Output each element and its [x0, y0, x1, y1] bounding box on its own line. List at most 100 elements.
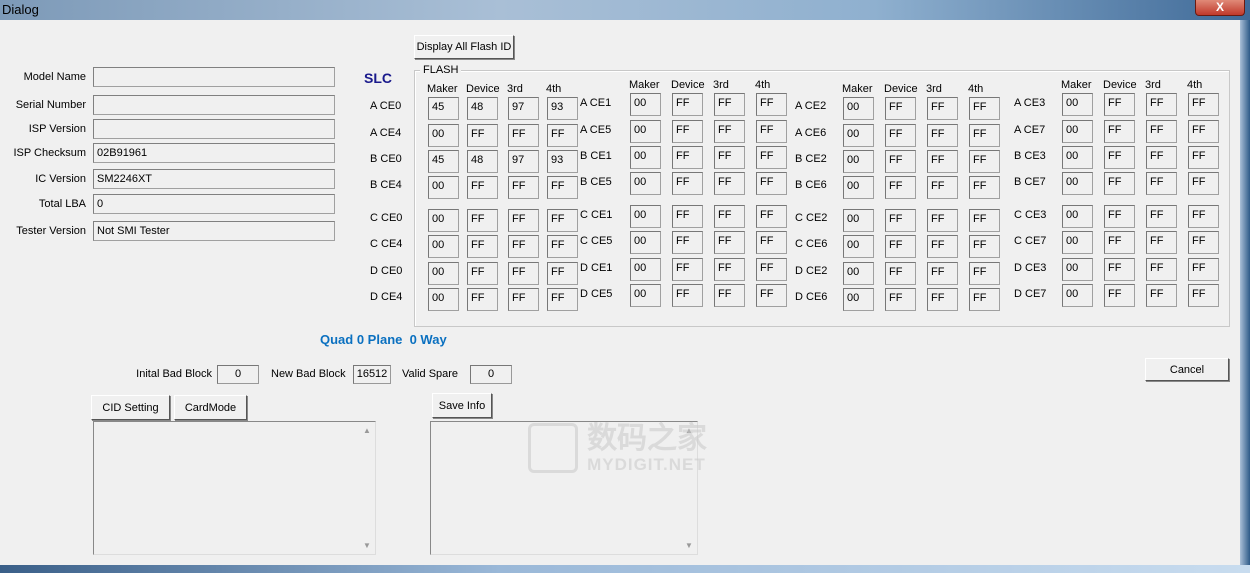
flash-id-field[interactable]: FF	[885, 176, 916, 199]
flash-id-field[interactable]: FF	[672, 172, 703, 195]
flash-id-field[interactable]: 00	[843, 235, 874, 258]
flash-id-field[interactable]: FF	[756, 172, 787, 195]
flash-id-field[interactable]: FF	[714, 258, 745, 281]
flash-id-field[interactable]: 00	[843, 262, 874, 285]
flash-id-field[interactable]: 00	[843, 209, 874, 232]
flash-id-field[interactable]: FF	[969, 176, 1000, 199]
flash-id-field[interactable]: 00	[428, 288, 459, 311]
flash-id-field[interactable]: 00	[1062, 258, 1093, 281]
info-field-input[interactable]	[93, 119, 335, 139]
flash-id-field[interactable]: FF	[508, 176, 539, 199]
flash-id-field[interactable]: FF	[1146, 146, 1177, 169]
flash-id-field[interactable]: 00	[428, 124, 459, 147]
flash-id-field[interactable]: FF	[714, 120, 745, 143]
flash-id-field[interactable]: FF	[756, 258, 787, 281]
flash-id-field[interactable]: FF	[714, 231, 745, 254]
flash-id-field[interactable]: 00	[630, 172, 661, 195]
flash-id-field[interactable]: 00	[630, 284, 661, 307]
flash-id-field[interactable]: FF	[714, 93, 745, 116]
flash-id-field[interactable]: FF	[1188, 284, 1219, 307]
flash-id-field[interactable]: 00	[843, 176, 874, 199]
flash-id-field[interactable]: FF	[672, 205, 703, 228]
flash-id-field[interactable]: FF	[467, 124, 498, 147]
log-textarea-left[interactable]: ▲ ▼	[93, 421, 376, 555]
flash-id-field[interactable]: FF	[1146, 231, 1177, 254]
flash-id-field[interactable]: FF	[927, 124, 958, 147]
flash-id-field[interactable]: FF	[547, 235, 578, 258]
flash-id-field[interactable]: FF	[1104, 93, 1135, 116]
flash-id-field[interactable]: FF	[927, 176, 958, 199]
flash-id-field[interactable]: FF	[1188, 205, 1219, 228]
flash-id-field[interactable]: 00	[1062, 120, 1093, 143]
flash-id-field[interactable]: FF	[885, 235, 916, 258]
flash-id-field[interactable]: FF	[672, 93, 703, 116]
flash-id-field[interactable]: 00	[1062, 93, 1093, 116]
info-field-input[interactable]	[93, 67, 335, 87]
cid-setting-button[interactable]: CID Setting	[91, 395, 170, 420]
flash-id-field[interactable]: FF	[1146, 205, 1177, 228]
flash-id-field[interactable]: FF	[969, 124, 1000, 147]
flash-id-field[interactable]: FF	[508, 124, 539, 147]
flash-id-field[interactable]: 00	[843, 288, 874, 311]
flash-id-field[interactable]: FF	[927, 235, 958, 258]
flash-id-field[interactable]: FF	[714, 146, 745, 169]
flash-id-field[interactable]: FF	[1104, 120, 1135, 143]
flash-id-field[interactable]: 45	[428, 97, 459, 120]
display-all-flash-id-button[interactable]: Display All Flash ID	[414, 35, 514, 59]
flash-id-field[interactable]: FF	[885, 209, 916, 232]
flash-id-field[interactable]: FF	[1104, 231, 1135, 254]
flash-id-field[interactable]: FF	[969, 209, 1000, 232]
flash-id-field[interactable]: FF	[1104, 284, 1135, 307]
flash-id-field[interactable]: FF	[714, 205, 745, 228]
flash-id-field[interactable]: FF	[672, 231, 703, 254]
flash-id-field[interactable]: 93	[547, 150, 578, 173]
flash-id-field[interactable]: FF	[467, 235, 498, 258]
flash-id-field[interactable]: 00	[428, 235, 459, 258]
flash-id-field[interactable]: 00	[630, 231, 661, 254]
flash-id-field[interactable]: FF	[885, 262, 916, 285]
cancel-button[interactable]: Cancel	[1145, 358, 1229, 381]
flash-id-field[interactable]: 00	[630, 93, 661, 116]
flash-id-field[interactable]: 00	[428, 262, 459, 285]
flash-id-field[interactable]: FF	[547, 124, 578, 147]
flash-id-field[interactable]: FF	[508, 288, 539, 311]
info-field-input[interactable]: SM2246XT	[93, 169, 335, 189]
flash-id-field[interactable]: FF	[1146, 284, 1177, 307]
flash-id-field[interactable]: 97	[508, 150, 539, 173]
flash-id-field[interactable]: FF	[1104, 172, 1135, 195]
valid-spare-field[interactable]: 0	[470, 365, 512, 384]
flash-id-field[interactable]: FF	[547, 288, 578, 311]
save-info-button[interactable]: Save Info	[432, 393, 492, 418]
flash-id-field[interactable]: 00	[1062, 146, 1093, 169]
flash-id-field[interactable]: FF	[927, 150, 958, 173]
flash-id-field[interactable]: 00	[1062, 284, 1093, 307]
flash-id-field[interactable]: 45	[428, 150, 459, 173]
flash-id-field[interactable]: FF	[927, 262, 958, 285]
flash-id-field[interactable]: FF	[885, 150, 916, 173]
flash-id-field[interactable]: FF	[927, 97, 958, 120]
flash-id-field[interactable]: FF	[547, 209, 578, 232]
close-button[interactable]: X	[1195, 0, 1245, 16]
initial-bad-block-field[interactable]: 0	[217, 365, 259, 384]
flash-id-field[interactable]: FF	[547, 176, 578, 199]
flash-id-field[interactable]: FF	[508, 209, 539, 232]
flash-id-field[interactable]: 93	[547, 97, 578, 120]
flash-id-field[interactable]: FF	[927, 209, 958, 232]
new-bad-block-field[interactable]: 16512	[353, 365, 391, 384]
flash-id-field[interactable]: FF	[969, 288, 1000, 311]
flash-id-field[interactable]: FF	[1104, 146, 1135, 169]
info-field-input[interactable]: 02B91961	[93, 143, 335, 163]
flash-id-field[interactable]: FF	[756, 93, 787, 116]
flash-id-field[interactable]: FF	[885, 124, 916, 147]
flash-id-field[interactable]: FF	[672, 284, 703, 307]
flash-id-field[interactable]: FF	[672, 258, 703, 281]
flash-id-field[interactable]: FF	[714, 284, 745, 307]
flash-id-field[interactable]: FF	[969, 262, 1000, 285]
flash-id-field[interactable]: FF	[756, 231, 787, 254]
flash-id-field[interactable]: FF	[672, 146, 703, 169]
flash-id-field[interactable]: FF	[969, 97, 1000, 120]
flash-id-field[interactable]: FF	[1188, 231, 1219, 254]
flash-id-field[interactable]: FF	[1188, 146, 1219, 169]
flash-id-field[interactable]: FF	[547, 262, 578, 285]
flash-id-field[interactable]: 00	[630, 146, 661, 169]
